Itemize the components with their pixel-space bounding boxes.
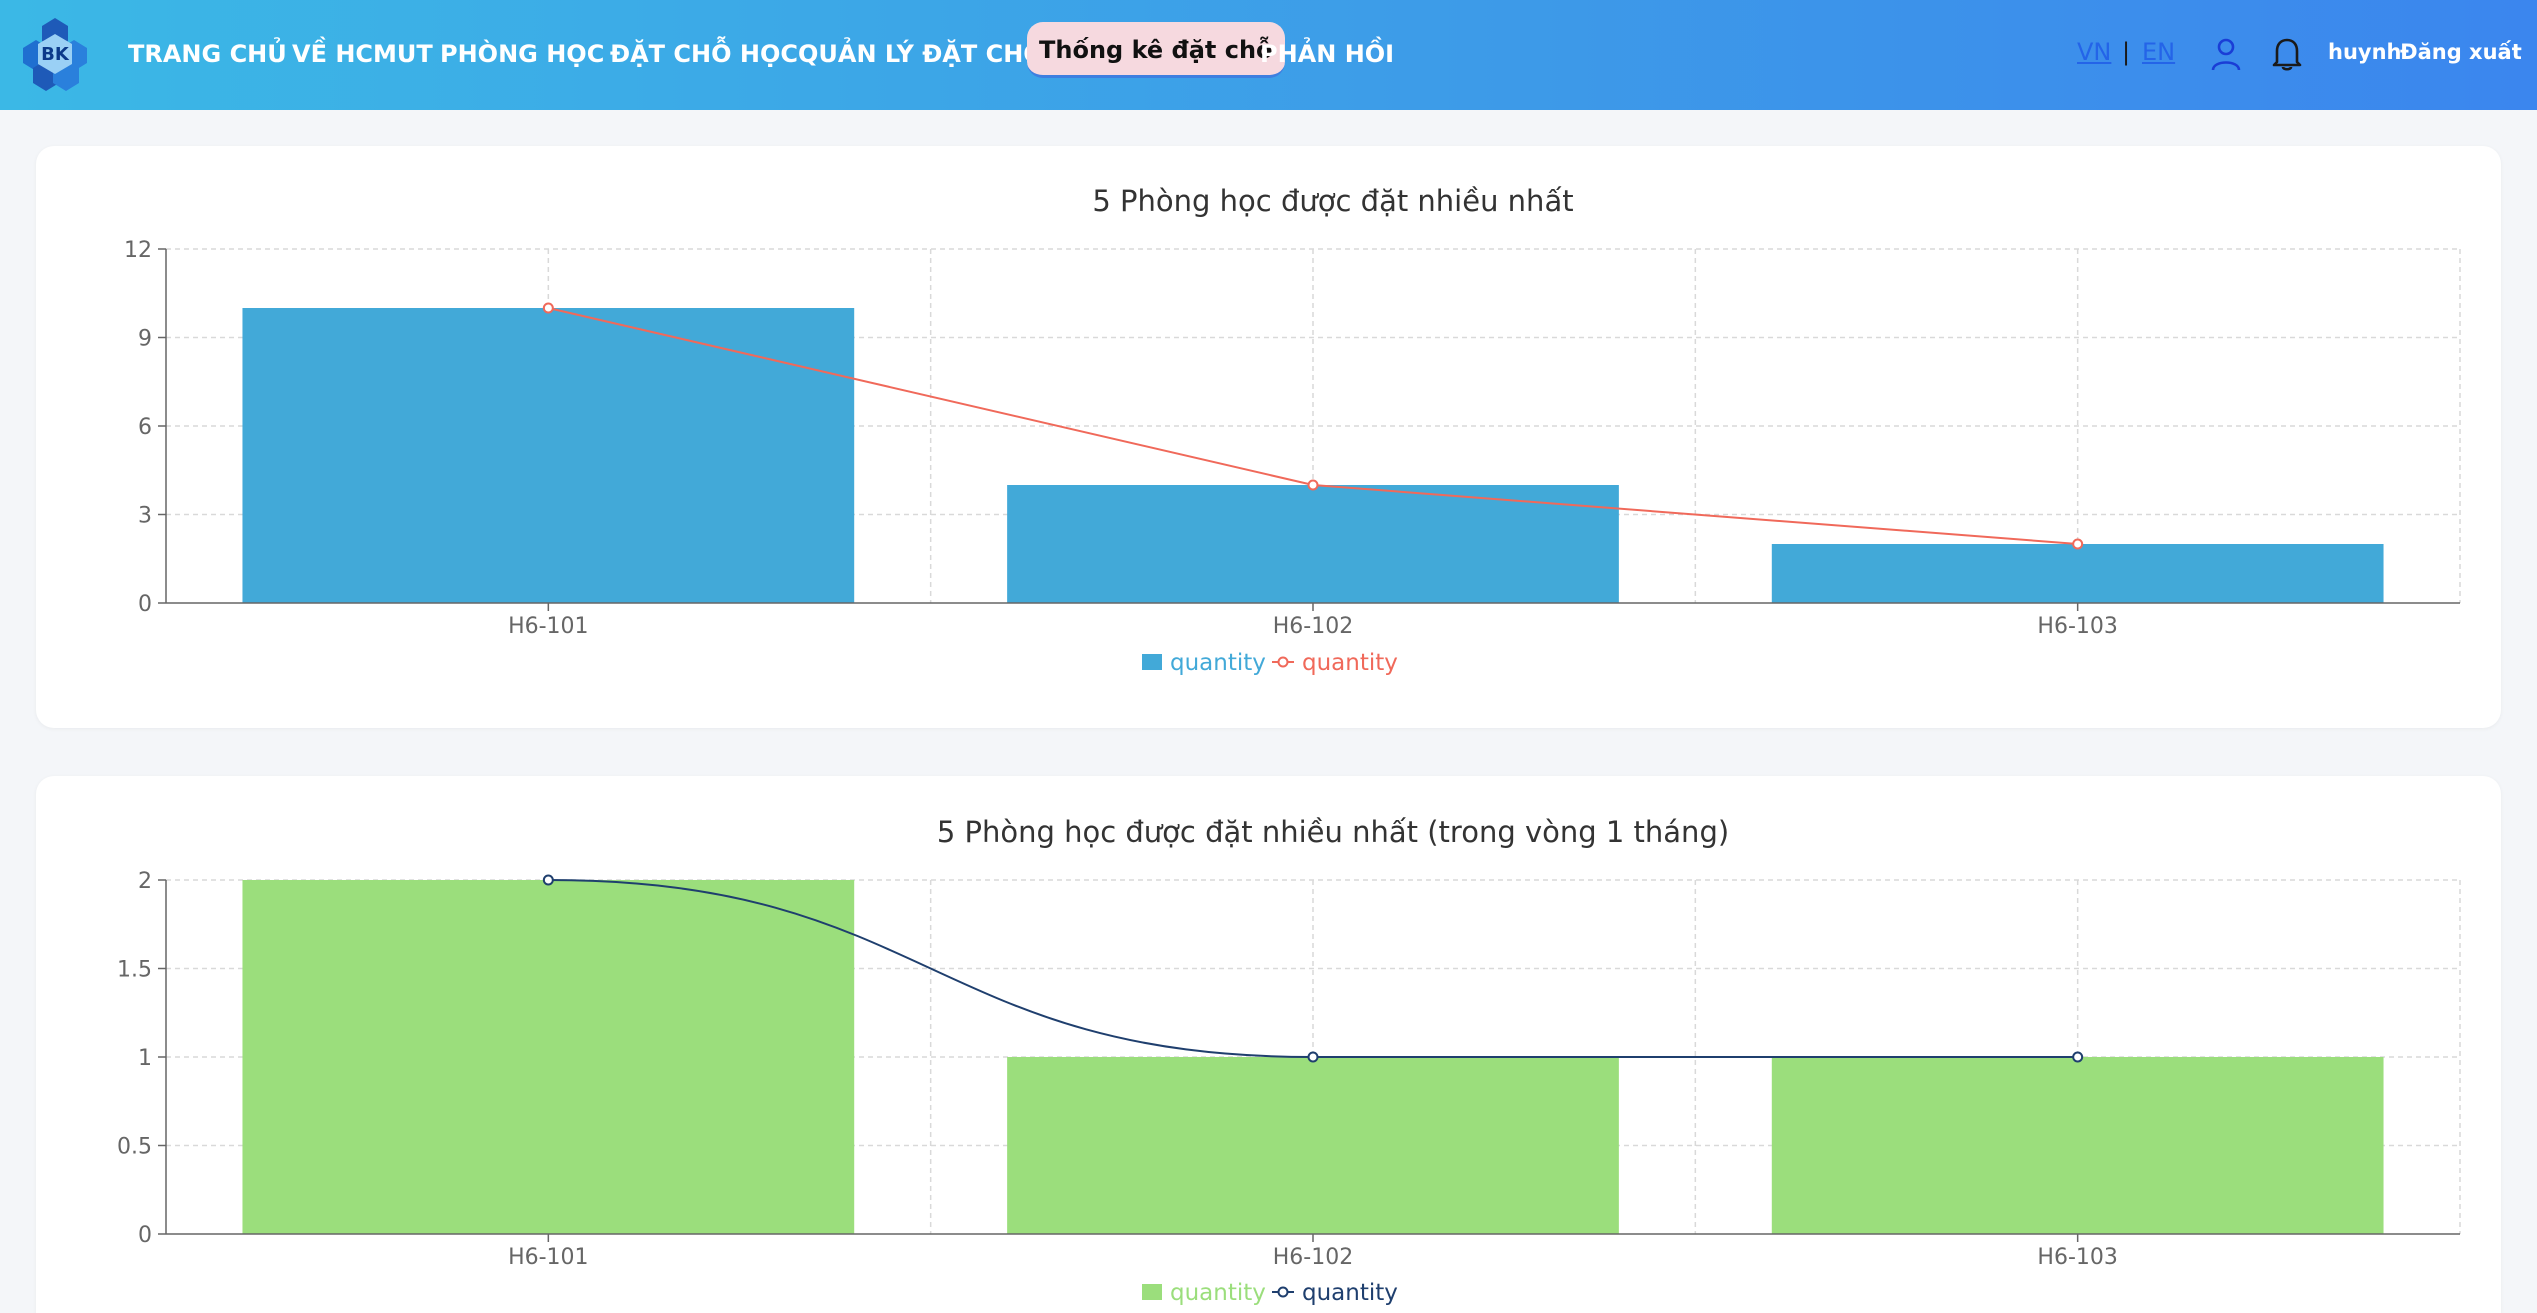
y-tick-label: 3 bbox=[138, 504, 152, 529]
line-point-h6-102 bbox=[1307, 1051, 1319, 1063]
line-point-h6-101 bbox=[542, 302, 554, 314]
line-point-h6-102 bbox=[1307, 479, 1319, 491]
logo-text: BK bbox=[41, 44, 70, 65]
lang-en-link[interactable]: EN bbox=[2142, 38, 2175, 66]
x-tick-label: H6-101 bbox=[508, 614, 588, 639]
bar-h6-102 bbox=[1007, 1057, 1619, 1234]
legend-line-marker bbox=[1277, 1286, 1289, 1298]
y-tick-label: 0.5 bbox=[117, 1135, 152, 1160]
top-navbar: BK TRANG CHỦ VỀ HCMUT PHÒNG HỌC ĐẶT CHỖ … bbox=[0, 0, 2537, 110]
chart-card-top-rooms: 5 Phòng học được đặt nhiều nhất 0 3 6 9 12 H6-… bbox=[36, 146, 2501, 728]
bell-icon[interactable] bbox=[2270, 36, 2304, 72]
nav-feedback[interactable]: PHẢN HỒI bbox=[1260, 30, 1394, 78]
chart-top-rooms: 5 Phòng học được đặt nhiều nhất 0 3 6 9 12 H6-… bbox=[124, 184, 2461, 676]
bk-logo-icon[interactable]: BK bbox=[16, 16, 94, 94]
y-tick-label: 9 bbox=[138, 327, 152, 352]
y-tick-label: 2 bbox=[138, 869, 152, 894]
logout-button[interactable]: Đăng xuất bbox=[2400, 40, 2522, 64]
legend-line-label: quantity bbox=[1302, 1280, 1398, 1306]
chart-title: 5 Phòng học được đặt nhiều nhất bbox=[1092, 184, 1573, 218]
y-tick-label: 0 bbox=[138, 1223, 152, 1248]
nav-manage-bookings[interactable]: QUẢN LÝ ĐẶT CHỖ bbox=[798, 30, 1044, 78]
legend-bar-swatch bbox=[1142, 654, 1162, 670]
legend-line-marker bbox=[1277, 656, 1289, 668]
chart-top-rooms-month: 5 Phòng học được đặt nhiều nhất (trong v… bbox=[117, 815, 2461, 1306]
nav-rooms[interactable]: PHÒNG HỌC bbox=[440, 30, 604, 78]
nav-home[interactable]: TRANG CHỦ bbox=[128, 30, 287, 78]
y-tick-label: 12 bbox=[124, 238, 152, 263]
bar-h6-101 bbox=[242, 880, 855, 1234]
chart-title: 5 Phòng học được đặt nhiều nhất (trong v… bbox=[937, 815, 1729, 849]
x-tick-label: H6-101 bbox=[508, 1245, 588, 1270]
x-tick-label: H6-102 bbox=[1273, 614, 1353, 639]
bar-h6-102 bbox=[1007, 485, 1619, 603]
lang-separator: | bbox=[2122, 38, 2131, 66]
bar-h6-103 bbox=[1771, 544, 2384, 603]
line-point-h6-101 bbox=[542, 874, 554, 886]
legend-bar-label: quantity bbox=[1170, 1280, 1266, 1306]
nav-book-seat[interactable]: ĐẶT CHỖ HỌC bbox=[610, 30, 798, 78]
y-tick-label: 0 bbox=[138, 592, 152, 617]
y-tick-label: 1.5 bbox=[117, 958, 152, 983]
line-point-h6-103 bbox=[2072, 1051, 2084, 1063]
x-tick-label: H6-102 bbox=[1273, 1245, 1353, 1270]
x-tick-label: H6-103 bbox=[2037, 1245, 2117, 1270]
legend-bar-label: quantity bbox=[1170, 650, 1266, 676]
username[interactable]: huynh bbox=[2328, 40, 2402, 64]
x-tick-label: H6-103 bbox=[2037, 614, 2117, 639]
legend-line-label: quantity bbox=[1302, 650, 1398, 676]
legend-bar-swatch bbox=[1142, 1284, 1162, 1300]
lang-vn-link[interactable]: VN bbox=[2077, 38, 2111, 66]
user-icon[interactable] bbox=[2210, 36, 2242, 72]
chart-card-top-rooms-month: 5 Phòng học được đặt nhiều nhất (trong v… bbox=[36, 776, 2501, 1313]
bar-h6-101 bbox=[242, 308, 855, 603]
y-tick-label: 6 bbox=[138, 415, 152, 440]
y-tick-label: 1 bbox=[138, 1046, 152, 1071]
line-point-h6-103 bbox=[2072, 538, 2084, 550]
nav-booking-statistics[interactable]: Thống kê đặt chỗ bbox=[1027, 22, 1285, 78]
bar-h6-103 bbox=[1771, 1057, 2384, 1234]
nav-about-hcmut[interactable]: VỀ HCMUT bbox=[292, 30, 433, 78]
